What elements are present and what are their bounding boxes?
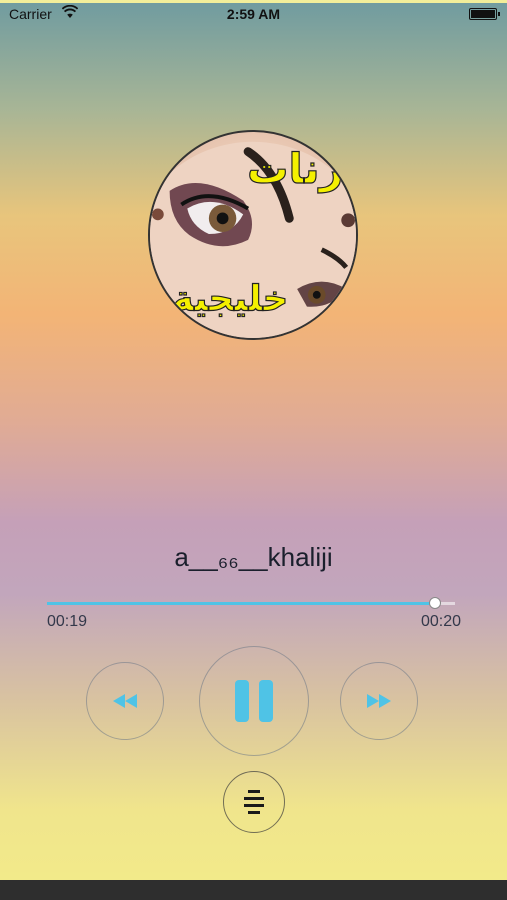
- status-bar: Carrier 2:59 AM: [0, 3, 507, 25]
- next-button[interactable]: [340, 662, 418, 740]
- album-artwork-image: رنات خليجية: [150, 141, 356, 338]
- album-artwork: رنات خليجية: [148, 130, 358, 340]
- previous-button[interactable]: [86, 662, 164, 740]
- fast-forward-icon: [367, 694, 391, 708]
- artwork-caption-top: رنات: [247, 145, 343, 193]
- progress-thumb[interactable]: [428, 597, 441, 609]
- progress-fill: [47, 602, 435, 605]
- battery-full-icon: [469, 8, 500, 20]
- track-title: a__₆₆__khaliji: [174, 542, 333, 572]
- total-time: 00:20: [420, 613, 461, 630]
- play-pause-button[interactable]: [199, 646, 309, 756]
- playlist-icon: [244, 790, 264, 814]
- pause-icon: [235, 680, 273, 722]
- progress-slider[interactable]: [47, 597, 455, 609]
- rewind-icon: [113, 694, 137, 708]
- artwork-caption-bottom: خليجية: [173, 279, 289, 320]
- status-time: 2:59 AM: [226, 6, 281, 22]
- elapsed-time: 00:19: [47, 613, 88, 630]
- playlist-button[interactable]: [223, 771, 285, 833]
- bottom-bar: [0, 880, 507, 900]
- music-player-screen: Carrier 2:59 AM رنات خليجية a__₆₆__khali…: [0, 0, 507, 900]
